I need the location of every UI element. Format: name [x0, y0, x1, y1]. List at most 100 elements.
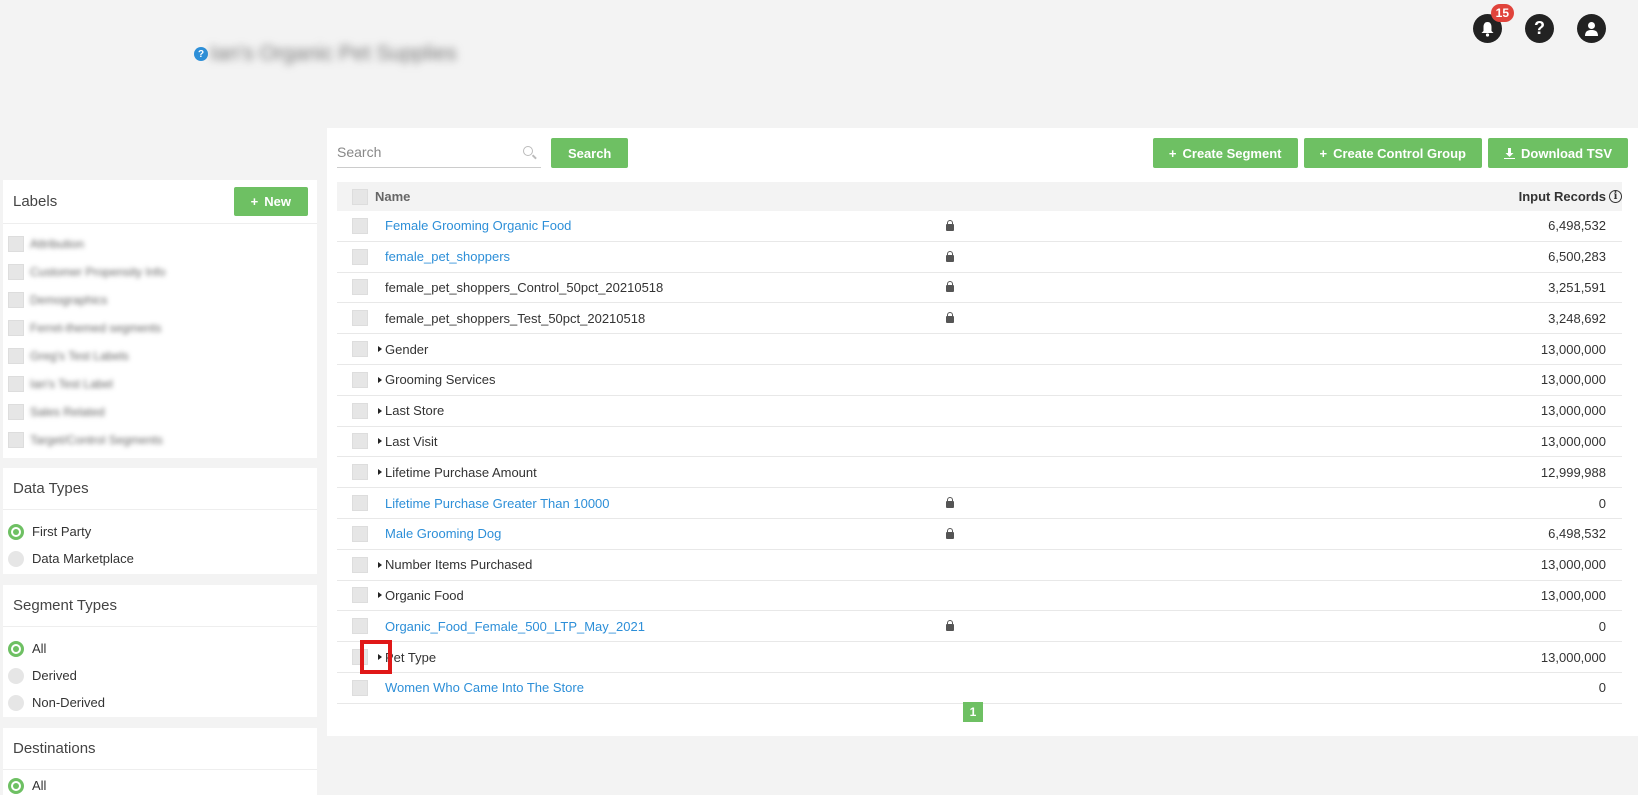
radio-label: Derived [32, 668, 77, 683]
segment-link[interactable]: Male Grooming Dog [385, 526, 501, 541]
label-item[interactable]: Ferret-themed segments [8, 314, 317, 342]
row-checkbox[interactable] [352, 341, 368, 358]
help-circle-icon[interactable]: ? [1525, 14, 1554, 43]
radio-option[interactable]: Derived [8, 662, 317, 689]
radio-option[interactable]: All [8, 772, 317, 795]
row-checkbox[interactable] [352, 587, 368, 604]
folder-name[interactable]: Pet Type [385, 650, 436, 665]
action-buttons: + Create Segment + Create Control Group … [1152, 138, 1628, 168]
label-item[interactable]: Ian's Test Label [8, 370, 317, 398]
segment-link[interactable]: female_pet_shoppers [385, 249, 510, 264]
lock-icon [946, 497, 954, 509]
row-checkbox[interactable] [352, 679, 368, 696]
expand-caret-icon[interactable] [375, 438, 385, 444]
folder-name[interactable]: Number Items Purchased [385, 557, 532, 572]
label-checkbox[interactable] [8, 264, 24, 280]
radio-button[interactable] [8, 777, 24, 794]
page-1-button[interactable]: 1 [963, 702, 983, 722]
row-checkbox[interactable] [352, 248, 368, 265]
segment-link[interactable]: Organic_Food_Female_500_LTP_May_2021 [385, 619, 645, 634]
segment-link[interactable]: Lifetime Purchase Greater Than 10000 [385, 496, 610, 511]
folder-name[interactable]: Grooming Services [385, 372, 496, 387]
radio-label: All [32, 641, 47, 656]
user-icon[interactable] [1577, 14, 1606, 43]
radio-option[interactable]: Non-Derived [8, 689, 317, 716]
records-cell: 0 [1598, 680, 1606, 696]
radio-button[interactable] [8, 640, 24, 657]
lock-cell [935, 527, 965, 539]
row-checkbox[interactable] [352, 556, 368, 573]
row-checkbox[interactable] [352, 217, 368, 234]
search-button[interactable]: Search [551, 138, 629, 168]
expand-caret-icon[interactable] [375, 469, 385, 475]
label-item[interactable]: Sales Related [8, 398, 317, 426]
row-select-cell [337, 525, 375, 542]
label-text: Attribution [30, 237, 85, 251]
row-checkbox[interactable] [352, 402, 368, 419]
radio-button[interactable] [8, 694, 24, 711]
records-cell: 0 [1598, 618, 1606, 634]
expand-caret-icon[interactable] [375, 346, 385, 352]
row-checkbox[interactable] [352, 618, 368, 635]
radio-button[interactable] [8, 550, 24, 567]
label-item[interactable]: Greg's Test Labels [8, 342, 317, 370]
name-cell: female_pet_shoppers [375, 249, 935, 264]
label-item[interactable]: Customer Propensity Info [8, 258, 317, 286]
segment-link[interactable]: Female Grooming Organic Food [385, 218, 571, 233]
row-checkbox[interactable] [352, 525, 368, 542]
table-row: Number Items Purchased 13,000,000 [337, 550, 1622, 581]
folder-name[interactable]: Lifetime Purchase Amount [385, 465, 537, 480]
name-header[interactable]: Name [375, 189, 935, 204]
row-checkbox[interactable] [352, 495, 368, 512]
label-checkbox[interactable] [8, 432, 24, 448]
label-text: Ferret-themed segments [30, 321, 162, 335]
expand-caret-icon[interactable] [375, 377, 385, 383]
download-tsv-button[interactable]: Download TSV [1488, 138, 1628, 168]
label-checkbox[interactable] [8, 320, 24, 336]
help-icon[interactable]: ? [194, 47, 208, 61]
segment-link[interactable]: Women Who Came Into The Store [385, 680, 584, 695]
radio-label: Data Marketplace [32, 551, 134, 566]
folder-name[interactable]: Gender [385, 342, 428, 357]
row-checkbox[interactable] [352, 279, 368, 296]
row-checkbox[interactable] [352, 464, 368, 481]
create-segment-text: Create Segment [1182, 145, 1282, 161]
radio-button[interactable] [8, 667, 24, 684]
label-checkbox[interactable] [8, 236, 24, 252]
radio-button[interactable] [8, 523, 24, 540]
radio-option[interactable]: First Party [8, 518, 317, 545]
new-label-button[interactable]: + New [233, 187, 308, 216]
label-checkbox[interactable] [8, 376, 24, 392]
radio-option[interactable]: Data Marketplace [8, 545, 317, 572]
info-icon[interactable]: i [1609, 190, 1622, 203]
label-item[interactable]: Demographics [8, 286, 317, 314]
segment-types-options: All Derived Non-Derived [3, 627, 317, 716]
label-checkbox[interactable] [8, 348, 24, 364]
download-tsv-text: Download TSV [1521, 145, 1612, 161]
label-checkbox[interactable] [8, 404, 24, 420]
notification-badge: 15 [1490, 4, 1514, 22]
select-all-checkbox[interactable] [352, 188, 368, 205]
label-text: Target/Control Segments [30, 433, 163, 447]
label-checkbox[interactable] [8, 292, 24, 308]
name-cell: Organic Food [375, 588, 935, 603]
table-row: Organic_Food_Female_500_LTP_May_2021 0 [337, 611, 1622, 643]
label-item[interactable]: Attribution [8, 230, 317, 258]
row-checkbox[interactable] [352, 433, 368, 450]
bell-icon[interactable]: 15 [1473, 4, 1514, 43]
folder-name[interactable]: Last Visit [385, 434, 438, 449]
row-checkbox[interactable] [352, 371, 368, 388]
folder-name[interactable]: Organic Food [385, 588, 464, 603]
label-item[interactable]: Target/Control Segments [8, 426, 317, 454]
row-checkbox[interactable] [352, 310, 368, 327]
label-list: Attribution Customer Propensity Info Demog… [3, 224, 317, 460]
folder-name[interactable]: Last Store [385, 403, 444, 418]
create-segment-button[interactable]: + Create Segment [1152, 138, 1298, 168]
expand-caret-icon[interactable] [375, 592, 385, 598]
records-header[interactable]: Input Records i [965, 189, 1622, 204]
expand-caret-icon[interactable] [375, 562, 385, 568]
radio-option[interactable]: All [8, 635, 317, 662]
expand-caret-icon[interactable] [375, 408, 385, 414]
create-control-group-button[interactable]: + Create Control Group [1303, 138, 1482, 168]
search-input[interactable] [337, 138, 517, 166]
